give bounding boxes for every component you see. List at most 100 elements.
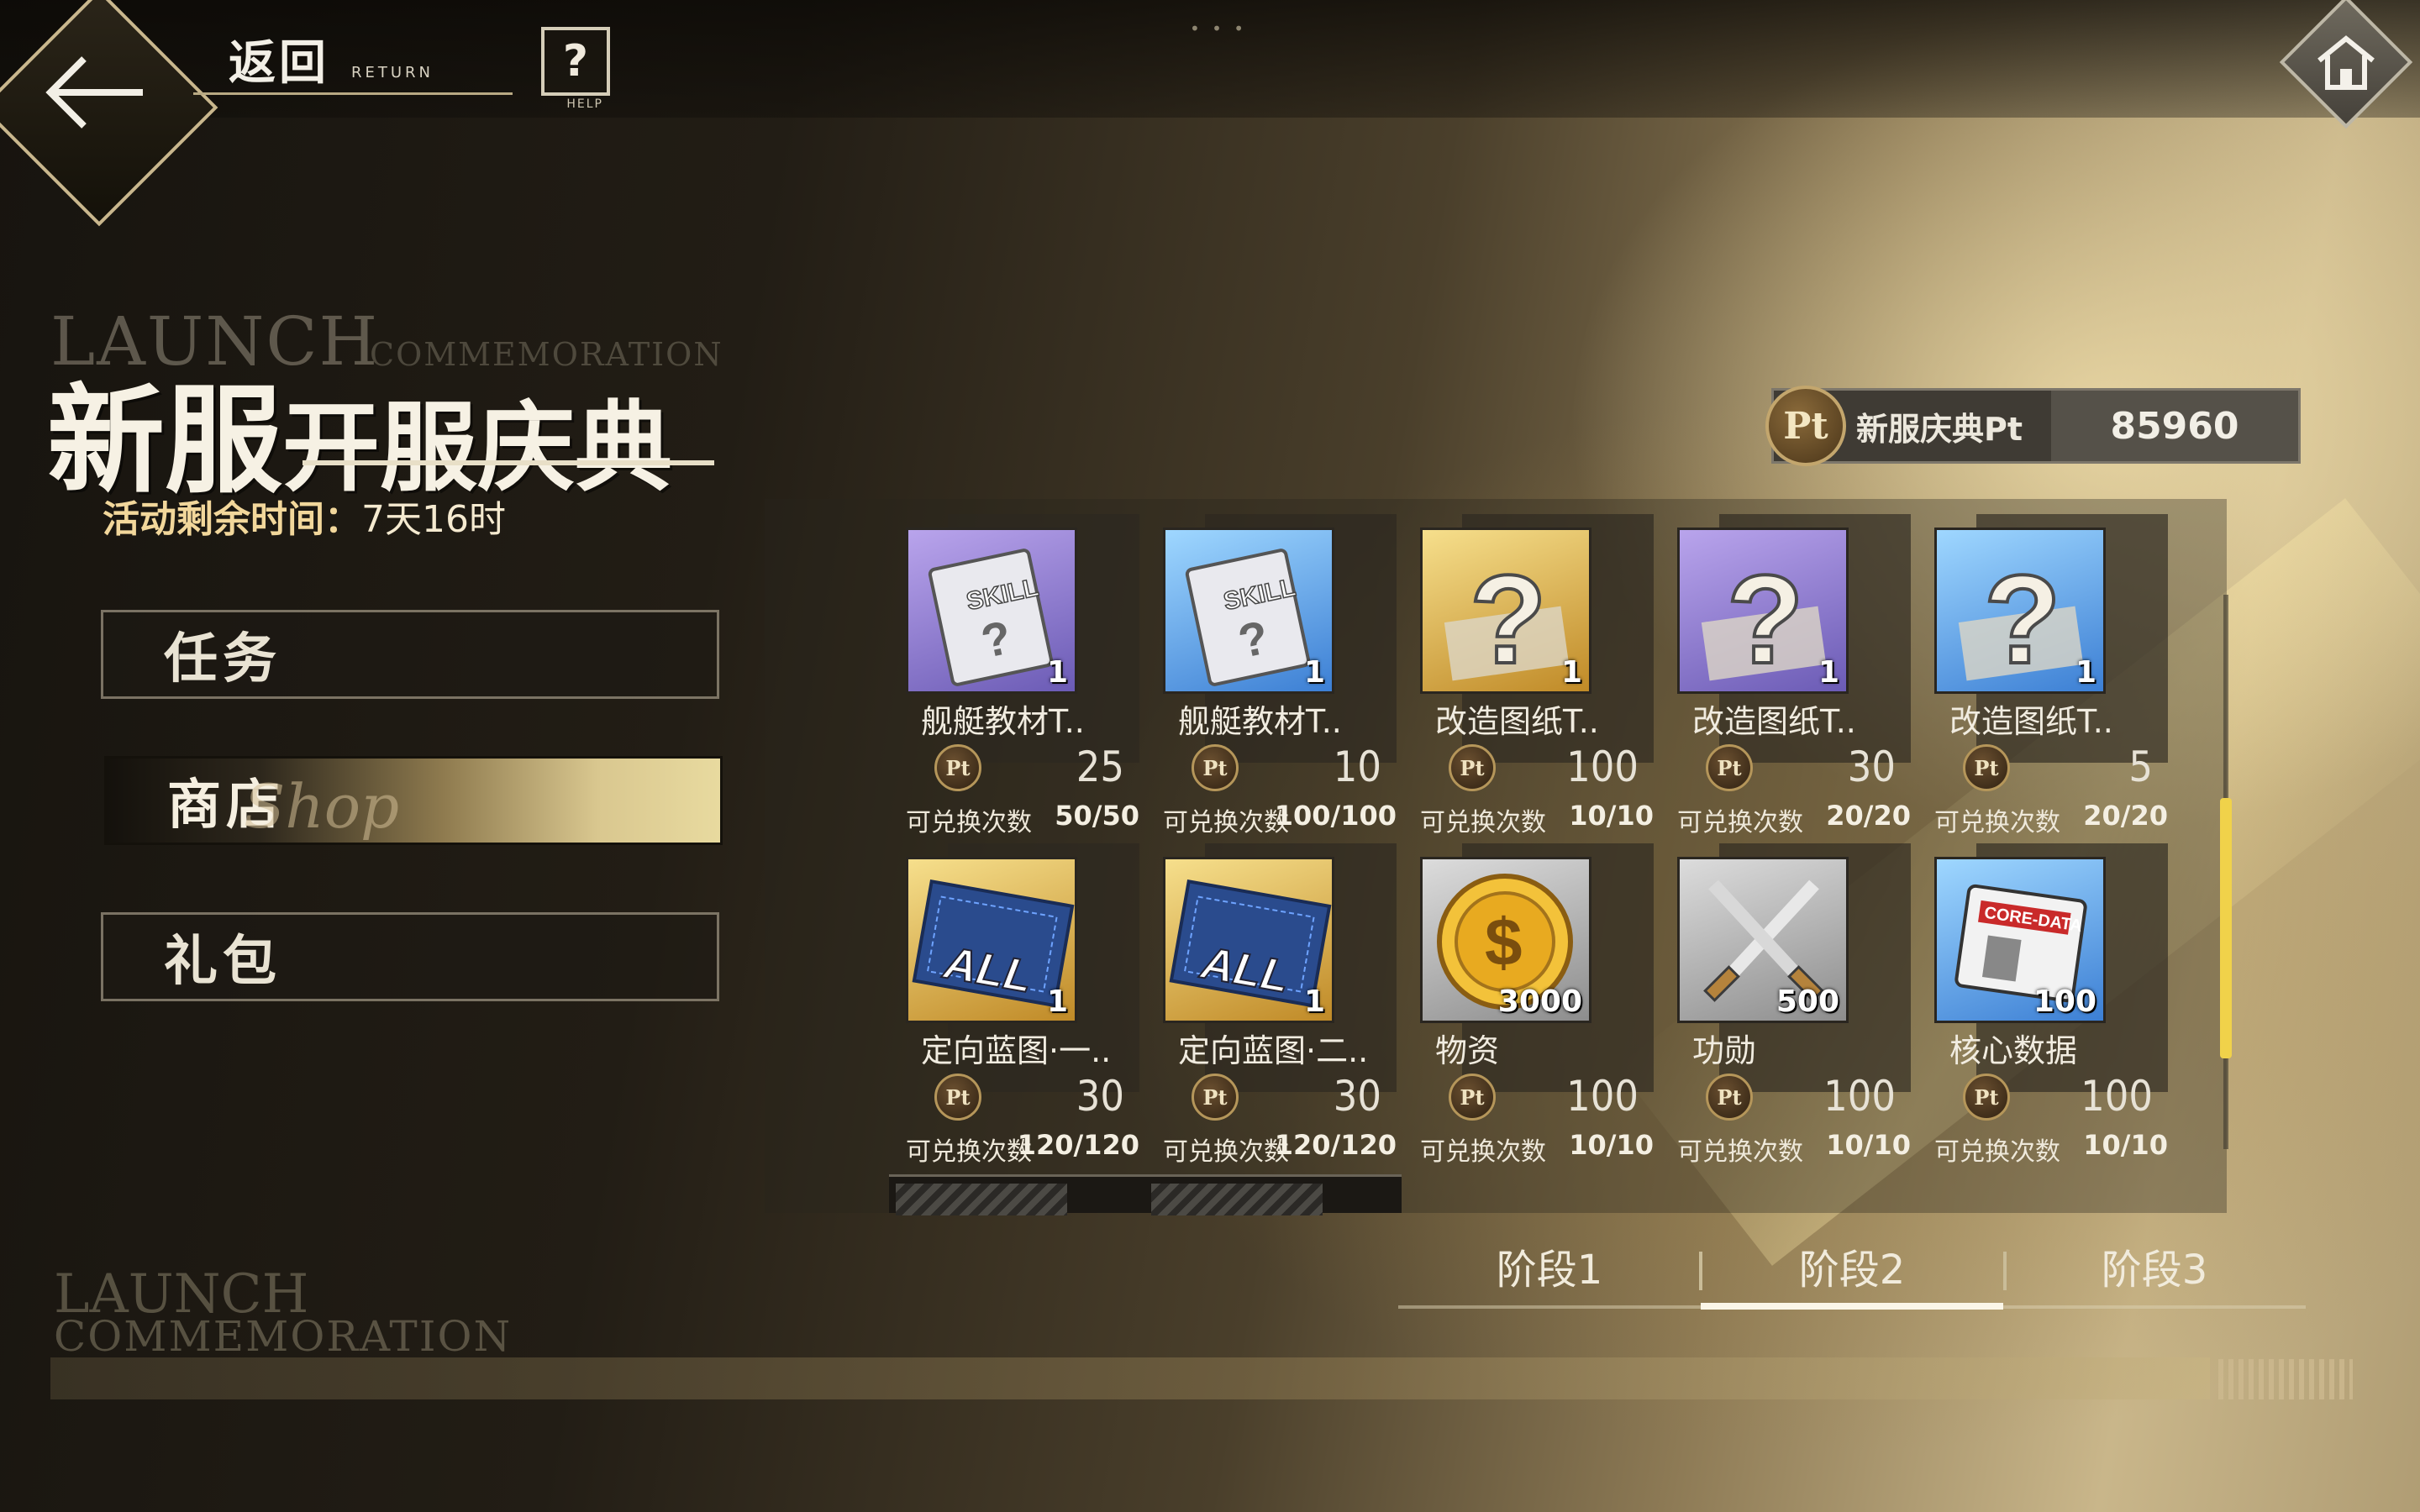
nav-item-tasks[interactable]: 任务 (101, 610, 719, 699)
shop-item-card[interactable]: CORE-DATA 100 核心数据 Pt 100 可兑换次数 10/10 (1934, 837, 2168, 1167)
item-limit-label: 可兑换次数 (906, 808, 1032, 837)
item-name: 舰艇教材T.. (921, 703, 1085, 740)
item-name: 核心数据 (1949, 1032, 2078, 1069)
event-timer: 活动剩余时间：7天16时 (103, 489, 506, 543)
shop-item-card[interactable]: SKILL? 1 舰艇教材T.. Pt 25 可兑换次数 50/50 (906, 507, 1139, 837)
shop-item-card[interactable]: ALL 1 定向蓝图·二.. Pt 30 可兑换次数 120/120 (1163, 837, 1397, 1167)
item-limit-value: 120/120 (1274, 1129, 1397, 1161)
item-quantity: 1 (1046, 655, 1068, 690)
item-icon-frame[interactable]: ? 1 (1420, 528, 1591, 694)
item-limit-label: 可兑换次数 (1163, 808, 1289, 837)
item-icon-frame[interactable]: SKILL? 1 (1163, 528, 1334, 694)
item-limit-label: 可兑换次数 (1934, 1137, 2060, 1167)
item-limit-label: 可兑换次数 (1677, 808, 1803, 837)
item-limit-value: 10/10 (1569, 800, 1654, 832)
nav-item-gift-pack[interactable]: 礼包 (101, 912, 719, 1001)
help-button[interactable]: ? HELP (541, 27, 610, 111)
item-limit-label: 可兑换次数 (1677, 1137, 1803, 1167)
nav-item-shop[interactable]: 商店 (104, 756, 723, 845)
pt-coin-icon: Pt (1963, 744, 2010, 791)
item-price: 100 (1566, 1072, 1639, 1121)
item-price: 30 (1076, 1072, 1124, 1121)
item-quantity: 1 (1818, 655, 1839, 690)
item-name: 改造图纸T.. (1949, 703, 2113, 740)
bottom-decor-bar (50, 1357, 2210, 1399)
item-icon-frame[interactable]: CORE-DATA 100 (1934, 857, 2106, 1023)
item-limit-value: 10/10 (1826, 1129, 1911, 1161)
item-price: 5 (2128, 743, 2153, 791)
item-limit-value: 20/20 (1826, 800, 1911, 832)
item-icon-frame[interactable]: ALL 1 (1163, 857, 1334, 1023)
back-arrow-icon[interactable] (42, 50, 151, 134)
top-strip (0, 0, 2420, 118)
shop-item-card[interactable]: ? 1 改造图纸T.. Pt 5 可兑换次数 20/20 (1934, 507, 2168, 837)
scrollbar-thumb[interactable] (2220, 798, 2232, 1058)
item-name: 定向蓝图·一.. (921, 1032, 1112, 1069)
help-label: HELP (566, 97, 603, 111)
item-price: 30 (1847, 743, 1896, 791)
item-quantity: 500 (1776, 984, 1839, 1019)
pt-coin-icon: Pt (1706, 744, 1753, 791)
svg-text:?: ? (1984, 549, 2061, 690)
item-limit-value: 50/50 (1055, 800, 1139, 832)
pt-coin-icon: Pt (1765, 386, 1846, 466)
pt-coin-icon: Pt (1963, 1074, 2010, 1121)
item-icon-frame[interactable]: ? 1 (1677, 528, 1849, 694)
item-icon-frame[interactable]: ? 1 (1934, 528, 2106, 694)
event-title-underline (302, 460, 714, 465)
currency-value: 85960 (2110, 404, 2239, 448)
tab-stage-3[interactable]: 阶段3 (2003, 1236, 2306, 1294)
pt-coin-icon: Pt (934, 744, 981, 791)
event-title-part-b: 开服庆典 (282, 391, 673, 505)
item-price: 30 (1333, 1072, 1381, 1121)
item-icon-frame[interactable]: SKILL? 1 (906, 528, 1077, 694)
item-limit-label: 可兑换次数 (1420, 1137, 1546, 1167)
shop-item-card[interactable]: $3000 物资 Pt 100 可兑换次数 10/10 (1420, 837, 1654, 1167)
pt-coin-icon: Pt (1449, 1074, 1496, 1121)
currency-display: Pt 新服庆典Pt 85960 (1765, 386, 2301, 466)
nav-item-shop-sublabel: Shop (244, 771, 400, 842)
item-name: 改造图纸T.. (1692, 703, 1856, 740)
item-limit-value: 20/20 (2083, 800, 2168, 832)
svg-text:?: ? (1470, 549, 1547, 690)
item-quantity: 1 (1046, 984, 1068, 1019)
svg-text:$: $ (1485, 905, 1523, 979)
pt-coin-icon: Pt (1449, 744, 1496, 791)
item-quantity: 3000 (1497, 984, 1582, 1019)
shop-item-card[interactable]: ? 1 改造图纸T.. Pt 100 可兑换次数 10/10 (1420, 507, 1654, 837)
shop-item-card[interactable]: SKILL? 1 舰艇教材T.. Pt 10 可兑换次数 100/100 (1163, 507, 1397, 837)
pt-coin-icon: Pt (1192, 1074, 1239, 1121)
tab-active-indicator (1701, 1303, 2003, 1310)
pt-coin-icon: Pt (1706, 1074, 1753, 1121)
nav-item-label: 礼包 (164, 931, 281, 993)
item-price: 25 (1076, 743, 1124, 791)
tab-stage-2[interactable]: 阶段2 (1701, 1236, 2003, 1294)
item-price: 10 (1333, 743, 1381, 791)
card-peek (1144, 1174, 1402, 1215)
shop-item-card[interactable]: ? 1 改造图纸T.. Pt 30 可兑换次数 20/20 (1677, 507, 1911, 837)
home-icon[interactable] (2314, 32, 2378, 92)
item-icon-frame[interactable]: 500 (1677, 857, 1849, 1023)
help-icon: ? (562, 36, 589, 87)
currency-label-area: Pt 新服庆典Pt (1765, 386, 2051, 466)
item-quantity: 1 (1303, 655, 1325, 690)
item-icon-frame[interactable]: ALL 1 (906, 857, 1077, 1023)
item-limit-value: 100/100 (1274, 800, 1397, 832)
item-limit-label: 可兑换次数 (1420, 808, 1546, 837)
item-name: 舰艇教材T.. (1178, 703, 1342, 740)
item-price: 100 (2081, 1072, 2153, 1121)
item-limit-value: 120/120 (1017, 1129, 1139, 1161)
tab-stage-1[interactable]: 阶段1 (1398, 1236, 1701, 1294)
shop-item-card[interactable]: ALL 1 定向蓝图·一.. Pt 30 可兑换次数 120/120 (906, 837, 1139, 1167)
watermark-line2: COMMEMORATION (54, 1312, 513, 1361)
item-quantity: 1 (1560, 655, 1582, 690)
event-timer-label: 活动剩余时间： (103, 498, 361, 541)
item-name: 改造图纸T.. (1435, 703, 1599, 740)
pt-coin-icon: Pt (934, 1074, 981, 1121)
back-label[interactable]: 返回 (229, 25, 329, 93)
shop-item-card[interactable]: 500 功勋 Pt 100 可兑换次数 10/10 (1677, 837, 1911, 1167)
bottom-decor-stripes (2218, 1359, 2353, 1399)
currency-name: 新服庆典Pt (1856, 410, 2023, 448)
drag-handle-dots: • • • (1190, 18, 1248, 39)
item-icon-frame[interactable]: $3000 (1420, 857, 1591, 1023)
